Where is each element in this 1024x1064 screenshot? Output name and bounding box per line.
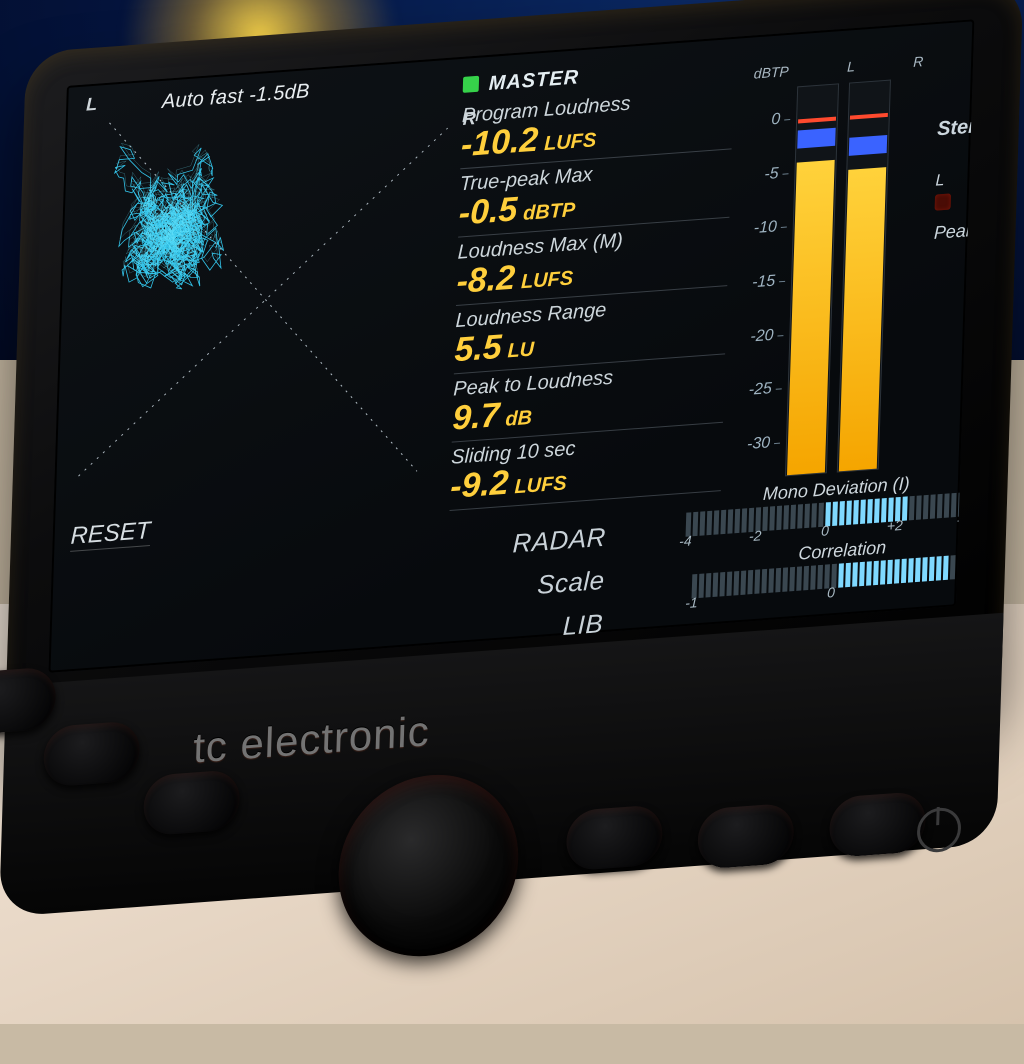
ppm-hdr-right: R xyxy=(913,53,924,70)
correlation-panel: Correlation L/R-10+1 xyxy=(691,529,974,604)
reset-button[interactable]: RESET xyxy=(70,517,151,552)
metric-unit: dBTP xyxy=(523,199,576,225)
mode-stereo-label: Stereo xyxy=(937,114,975,142)
metric-unit: LUFS xyxy=(521,267,574,293)
scope-left-label: L xyxy=(86,94,98,116)
ppm-bar-right xyxy=(837,80,891,473)
metric-value: -0.5 xyxy=(458,190,518,232)
ppm-hdr-unit: dBTP xyxy=(754,63,789,82)
bus-active-icon xyxy=(463,76,479,93)
metric-value: -8.2 xyxy=(456,258,516,300)
truepeak-meter: dBTP L R 0-5-10-15-20-25-30 xyxy=(741,53,924,498)
metric-value: 5.5 xyxy=(454,328,502,370)
peak-ch-l: L xyxy=(935,172,944,191)
metric-unit: LUFS xyxy=(544,129,597,155)
lcd-screen: L R Auto fast -1.5dB RESET RADAR Scale L… xyxy=(48,19,974,673)
metric-value: -10.2 xyxy=(460,120,538,164)
peak-led-left xyxy=(935,193,951,210)
metric-value: -9.2 xyxy=(450,464,510,506)
metric-unit: LUFS xyxy=(514,472,567,498)
mono-deviation-panel: Mono Deviation (I) LU-4-20+2+4 xyxy=(685,468,974,543)
metrics-column: Program Loudness-10.2LUFSTrue-peak Max-0… xyxy=(450,81,734,511)
metric-unit: dB xyxy=(505,407,532,431)
metric-unit: LU xyxy=(507,338,534,362)
ppm-bar-left xyxy=(785,83,839,476)
vectorscope-axes-icon xyxy=(57,86,469,537)
metric-value: 9.7 xyxy=(452,396,500,438)
vectorscope-panel: L R Auto fast -1.5dB xyxy=(63,63,455,513)
ppm-hdr-left: L xyxy=(847,58,855,75)
bus-name: MASTER xyxy=(488,66,579,95)
